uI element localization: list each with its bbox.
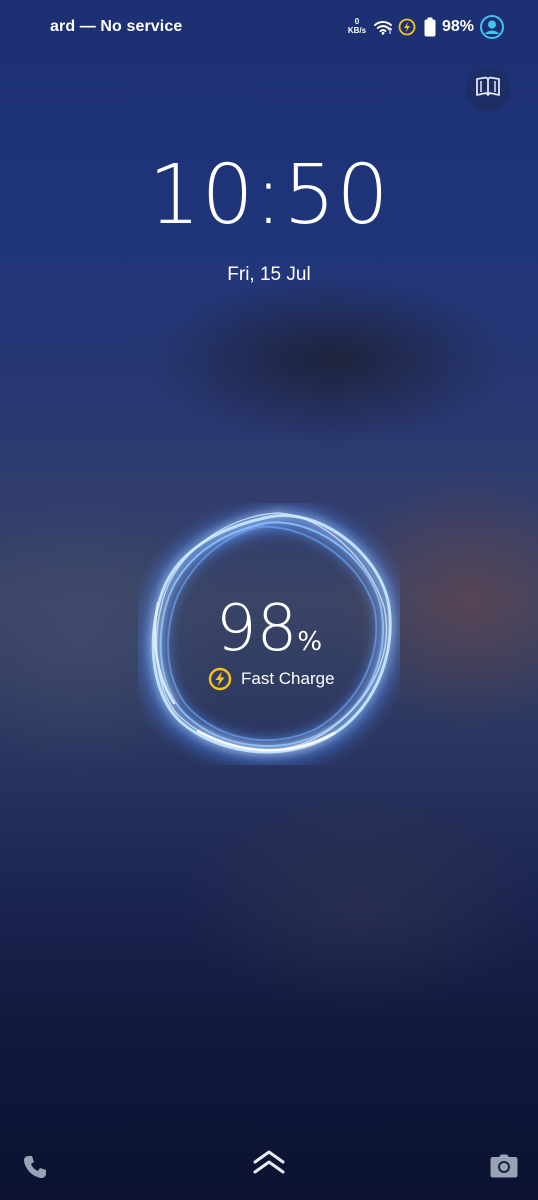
network-speed: 0 KB/s	[346, 17, 368, 35]
account-icon[interactable]	[480, 15, 504, 44]
carrier-status: ard — No service	[50, 18, 183, 35]
charge-percent: 98%	[0, 592, 538, 666]
fast-charge-status: Fast Charge	[208, 666, 335, 692]
book-icon	[475, 76, 501, 103]
lock-screen: ard — No service 0 KB/s 98% 10:50 Fri, 1…	[0, 0, 538, 1200]
charge-percent-value: 98	[215, 592, 298, 666]
camera-icon[interactable]	[490, 1154, 518, 1183]
fast-charge-icon	[208, 667, 232, 691]
fast-charge-icon	[398, 18, 416, 41]
network-speed-unit: KB/s	[347, 26, 367, 35]
fast-charge-label: Fast Charge	[241, 669, 335, 688]
charge-percent-symbol: %	[297, 627, 323, 657]
lock-clock: 10:50	[148, 148, 390, 243]
network-speed-value: 0	[354, 17, 360, 26]
swipe-up-icon[interactable]	[251, 1148, 287, 1181]
status-bar: ard — No service 0 KB/s 98%	[0, 0, 538, 56]
phone-icon[interactable]	[22, 1154, 48, 1185]
lock-date: Fri, 15 Jul	[227, 264, 311, 285]
wifi-icon	[374, 19, 393, 40]
magazine-button[interactable]	[466, 67, 510, 111]
battery-icon	[424, 17, 436, 42]
battery-percent: 98%	[442, 18, 475, 35]
